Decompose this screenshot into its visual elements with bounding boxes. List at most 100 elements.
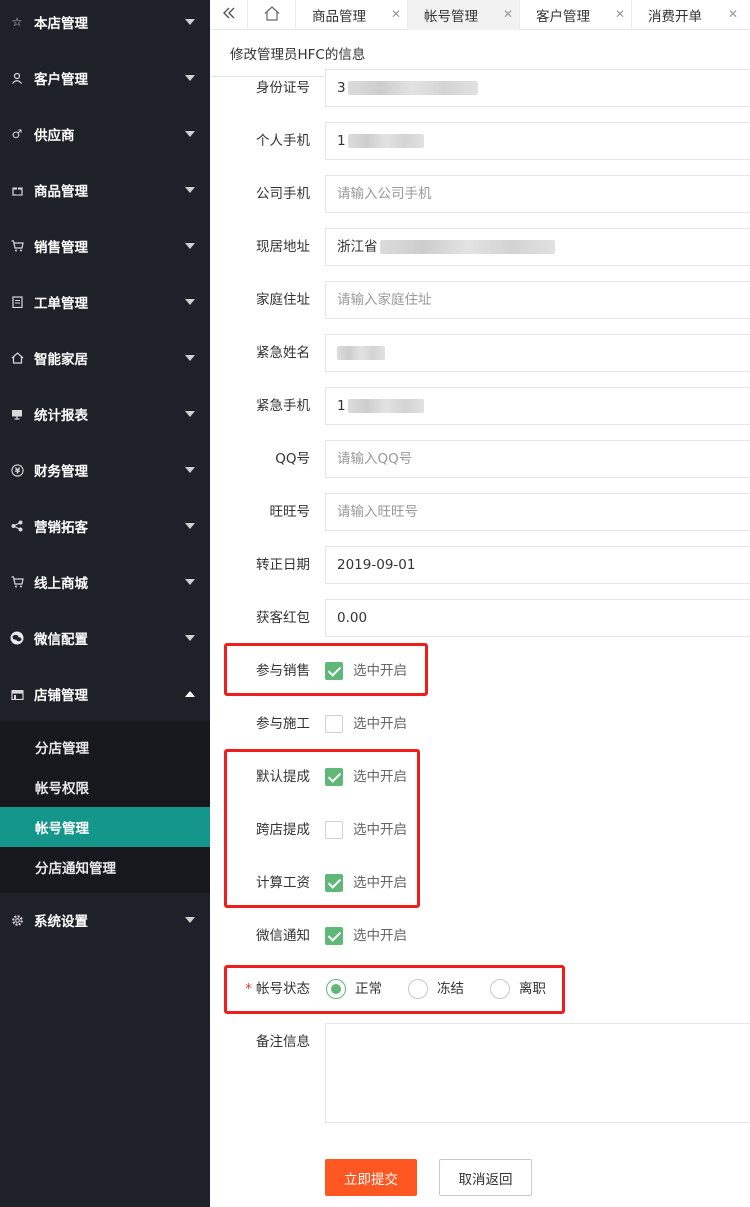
default-commission-label: 默认提成 bbox=[256, 769, 310, 785]
sidebar-item-label: 工单管理 bbox=[34, 296, 88, 312]
close-icon[interactable]: ✕ bbox=[391, 7, 401, 21]
sidebar-item-finance[interactable]: ¥ 财务管理 bbox=[0, 442, 210, 498]
cross-store-commission-checkbox[interactable] bbox=[325, 821, 343, 839]
sidebar-item-label: 本店管理 bbox=[34, 16, 88, 32]
chevron-down-icon bbox=[185, 19, 195, 25]
account-status-label: * 帐号状态 bbox=[245, 970, 310, 1008]
account-status-row: * 帐号状态 正常 冻结 离职 bbox=[210, 970, 750, 1008]
chevron-down-icon bbox=[185, 299, 195, 305]
sidebar-item-label: 商品管理 bbox=[34, 184, 88, 200]
status-frozen-radio[interactable] bbox=[408, 979, 428, 999]
chevron-down-icon bbox=[185, 187, 195, 193]
sidebar-item-label: 营销拓客 bbox=[34, 520, 88, 536]
sidebar-item-customers[interactable]: 客户管理 bbox=[0, 50, 210, 106]
cart-icon bbox=[10, 239, 24, 253]
close-icon[interactable]: ✕ bbox=[728, 7, 738, 21]
chevron-down-icon bbox=[185, 355, 195, 361]
tab-accounts[interactable]: 帐号管理 ✕ bbox=[408, 0, 520, 30]
wechat-notify-checkbox[interactable] bbox=[325, 927, 343, 945]
svg-text:¥: ¥ bbox=[14, 466, 20, 475]
clipboard-icon bbox=[10, 295, 24, 309]
sidebar-item-system[interactable]: 系统设置 bbox=[0, 892, 210, 948]
sidebar-item-suppliers[interactable]: ♂ 供应商 bbox=[0, 106, 210, 162]
checkbox-text: 选中开启 bbox=[353, 822, 407, 838]
sidebar-item-sales[interactable]: 销售管理 bbox=[0, 218, 210, 274]
address-input[interactable]: 浙江省 bbox=[325, 228, 750, 266]
emergency-mobile-row: 紧急手机 1 bbox=[210, 387, 750, 425]
red-packet-input[interactable]: 0.00 bbox=[325, 599, 750, 637]
wechat-notify-row: 微信通知 选中开启 bbox=[210, 917, 750, 955]
address-row: 现居地址 浙江省 bbox=[210, 228, 750, 266]
tab-home[interactable] bbox=[248, 0, 296, 30]
checkbox-text: 选中开启 bbox=[353, 928, 407, 944]
close-icon[interactable]: ✕ bbox=[503, 7, 513, 21]
checkbox-text: 选中开启 bbox=[353, 716, 407, 732]
user-icon bbox=[10, 71, 24, 85]
emergency-mobile-input[interactable]: 1 bbox=[325, 387, 750, 425]
status-frozen-text: 冻结 bbox=[437, 981, 464, 997]
calc-salary-label: 计算工资 bbox=[256, 875, 310, 891]
tab-customers[interactable]: 客户管理 ✕ bbox=[520, 0, 632, 30]
account-status-label-text: 帐号状态 bbox=[256, 981, 310, 997]
chevron-down-icon bbox=[185, 917, 195, 923]
status-normal-radio[interactable] bbox=[326, 979, 346, 999]
sidebar-item-reports[interactable]: 统计报表 bbox=[0, 386, 210, 442]
monitor-icon bbox=[10, 407, 24, 421]
double-chevron-left-icon bbox=[222, 7, 236, 23]
sidebar-item-marketing[interactable]: 营销拓客 bbox=[0, 498, 210, 554]
submenu-item-label: 分店通知管理 bbox=[35, 861, 116, 877]
tab-billing[interactable]: 消费开单 ✕ bbox=[632, 0, 750, 30]
remark-textarea[interactable] bbox=[325, 1023, 750, 1123]
calc-salary-checkbox[interactable] bbox=[325, 874, 343, 892]
sidebar-item-onlinemall[interactable]: 线上商城 bbox=[0, 554, 210, 610]
sidebar-item-store[interactable]: ☆ 本店管理 bbox=[0, 0, 210, 50]
qq-label: QQ号 bbox=[275, 451, 310, 467]
mobile-input[interactable]: 1 bbox=[325, 122, 750, 160]
join-construction-checkbox[interactable] bbox=[325, 715, 343, 733]
tab-products[interactable]: 商品管理 ✕ bbox=[296, 0, 408, 30]
chevron-down-icon bbox=[185, 579, 195, 585]
submenu-item-permissions[interactable]: 帐号权限 bbox=[0, 767, 210, 807]
emergency-name-input[interactable] bbox=[325, 334, 750, 372]
remark-label: 备注信息 bbox=[256, 1034, 310, 1050]
sidebar-item-products[interactable]: 商品管理 bbox=[0, 162, 210, 218]
submit-button[interactable]: 立即提交 bbox=[325, 1159, 417, 1196]
tabs-scroll-left-button[interactable] bbox=[210, 0, 248, 30]
sidebar-item-label: 销售管理 bbox=[34, 240, 88, 256]
sidebar-item-workorders[interactable]: 工单管理 bbox=[0, 274, 210, 330]
emergency-name-row: 紧急姓名 bbox=[210, 334, 750, 372]
address-value: 浙江省 bbox=[337, 239, 378, 255]
home-address-input[interactable]: 请输入家庭住址 bbox=[325, 281, 750, 319]
join-sales-label: 参与销售 bbox=[256, 663, 310, 679]
sidebar-item-label: 系统设置 bbox=[34, 914, 88, 930]
qq-input[interactable]: 请输入QQ号 bbox=[325, 440, 750, 478]
default-commission-checkbox[interactable] bbox=[325, 768, 343, 786]
submenu-item-accounts[interactable]: 帐号管理 bbox=[0, 807, 210, 847]
sidebar-item-shop[interactable]: 店铺管理 bbox=[0, 666, 210, 722]
id-card-input[interactable]: 3 bbox=[325, 69, 750, 107]
cancel-button[interactable]: 取消返回 bbox=[439, 1159, 532, 1196]
submenu-item-branches[interactable]: 分店管理 bbox=[0, 727, 210, 767]
sidebar-item-label: 供应商 bbox=[34, 128, 75, 144]
status-resigned-radio[interactable] bbox=[490, 979, 510, 999]
home-address-row: 家庭住址 请输入家庭住址 bbox=[210, 281, 750, 319]
join-sales-checkbox[interactable] bbox=[325, 662, 343, 680]
join-construction-row: 参与施工 选中开启 bbox=[210, 705, 750, 743]
store-icon bbox=[10, 687, 24, 701]
home-address-placeholder: 请输入家庭住址 bbox=[337, 292, 432, 308]
sidebar-item-label: 统计报表 bbox=[34, 408, 88, 424]
regular-date-input[interactable]: 2019-09-01 bbox=[325, 546, 750, 584]
sidebar-item-smarthome[interactable]: 智能家居 bbox=[0, 330, 210, 386]
submenu-item-branch-notices[interactable]: 分店通知管理 bbox=[0, 847, 210, 887]
sidebar-item-wechat[interactable]: 微信配置 bbox=[0, 610, 210, 666]
close-icon[interactable]: ✕ bbox=[615, 7, 625, 21]
cart-icon bbox=[10, 575, 24, 589]
id-card-label: 身份证号 bbox=[256, 80, 310, 96]
wangwang-input[interactable]: 请输入旺旺号 bbox=[325, 493, 750, 531]
company-mobile-input[interactable]: 请输入公司手机 bbox=[325, 175, 750, 213]
checkbox-text: 选中开启 bbox=[353, 875, 407, 891]
chevron-up-icon bbox=[185, 691, 195, 697]
mobile-value: 1 bbox=[337, 133, 346, 149]
mobile-label: 个人手机 bbox=[256, 133, 310, 149]
chevron-down-icon bbox=[185, 467, 195, 473]
